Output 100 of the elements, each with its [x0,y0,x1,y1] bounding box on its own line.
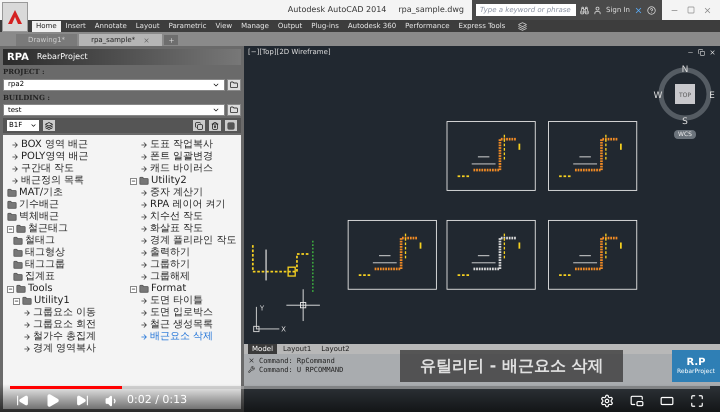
tree-item[interactable]: 그룹하기 [150,259,190,271]
caret-icon [212,106,220,114]
tree-item[interactable]: 철가수 총집계 [33,331,96,343]
tree-item[interactable]: 그룹해제 [150,271,190,283]
file-name: rpa_sample.dwg [398,4,464,16]
tree-item[interactable]: 도표 작업복사 [150,139,214,151]
folder-icon [16,224,26,234]
folder-icon [7,200,17,210]
tree-item[interactable]: Tools [28,283,53,295]
arrow-icon [23,333,31,341]
tree-item[interactable]: 철근 생성목록 [150,319,214,331]
tree-item[interactable]: 출력하기 [150,247,190,259]
arrow-icon [11,165,19,173]
help-icon[interactable] [647,6,656,14]
collapse-icon[interactable] [130,286,137,292]
arrow-icon [140,297,148,305]
tree-item[interactable]: 철근태그 [28,223,68,235]
tree-item[interactable]: RPA 레이어 켜기 [150,199,226,211]
collapse-icon[interactable] [130,178,137,184]
tree-item[interactable]: 배근요소 삭제 [150,331,214,343]
restore-icon[interactable] [698,48,705,56]
video-caption: 유틸리티 - 배근요소 삭제 [400,350,624,382]
rebar-drawing [252,240,314,294]
tree-item[interactable]: 경계 플리라인 작도 [150,235,236,247]
tree-item[interactable]: 화살표 작도 [150,223,204,235]
tree-item[interactable]: 폰트 일괄변경 [150,151,214,163]
arrow-icon [140,141,148,149]
app-title: Autodesk AutoCAD 2014 [288,4,386,16]
folder-button[interactable] [227,104,241,116]
time-display: 0:02 / 0:13 [127,392,188,408]
view-cube-face[interactable] [675,84,695,104]
folder-icon [139,284,149,294]
arrow-icon [140,273,148,281]
settings-icon[interactable] [600,394,614,408]
compass-west-label[interactable]: W [654,91,662,101]
grid-button[interactable] [225,120,237,131]
collapse-icon[interactable] [7,226,14,232]
collapse-icon[interactable] [7,286,14,292]
fullscreen-icon[interactable] [690,394,704,408]
tree-item[interactable]: 태그그룹 [25,259,65,271]
tree-item[interactable]: Utility2 [151,175,187,187]
workspace-icon[interactable] [518,22,528,31]
folder-icon [13,272,23,282]
tree-item[interactable]: Utility1 [34,295,70,307]
folder-icon [7,212,17,222]
panel-title: RebarProject [36,51,88,63]
tree-item[interactable]: 도면 입로박스 [150,307,214,319]
tree-item[interactable]: 그룹요소 이동 [33,307,96,319]
tree-item[interactable]: 철태그 [25,235,55,247]
tree-item[interactable]: Format [151,283,186,295]
arrow-icon [140,237,148,245]
folder-icon [13,236,23,246]
tree-item[interactable]: 경계 영역복사 [33,343,96,355]
arrow-icon [23,321,31,329]
tree-item[interactable]: 그룹요소 회전 [33,319,96,331]
folder-button[interactable] [227,78,241,90]
close-icon[interactable] [248,357,255,364]
tree-item[interactable]: 기수배근 [19,199,59,211]
close-tab-icon[interactable] [143,36,150,44]
arrow-icon [11,177,19,185]
next-icon[interactable] [76,394,89,407]
compass-north-label[interactable]: N [682,65,688,75]
progress-track[interactable] [10,386,710,389]
arrow-icon [140,201,148,209]
previous-icon[interactable] [16,394,29,407]
tree-item[interactable]: 태그형상 [25,247,65,259]
folder-icon [7,188,17,198]
arrow-icon [23,309,31,317]
delete-button[interactable] [209,120,221,131]
arrow-icon [11,141,19,149]
tree-item[interactable]: MAT/기초 [19,187,64,199]
tree-item[interactable]: 치수선 작도 [150,211,204,223]
tree-item[interactable]: 집계표 [25,271,55,283]
tree-item[interactable]: 캐드 바이러스 [150,163,214,175]
play-icon[interactable] [45,393,60,408]
arrow-icon [23,345,31,353]
tree-item[interactable]: 벽체배근 [19,211,59,223]
tree-item[interactable]: 도면 타이틀 [150,295,204,307]
tree-item[interactable]: POLY영역 배근 [21,151,88,163]
crosshair-icon [286,288,320,322]
arrow-icon [140,261,148,269]
tree-item[interactable]: 구간대 작도 [21,163,74,175]
arrow-icon [140,189,148,197]
miniplayer-icon[interactable] [630,394,644,408]
search-icon[interactable] [580,6,589,14]
ucs-axis-icon [253,306,280,332]
arrow-icon [140,309,148,317]
tree-item[interactable]: 중자 계산기 [150,187,204,199]
layers-button[interactable] [43,120,55,131]
wrench-icon[interactable] [248,366,255,373]
compass-east-label[interactable]: E [709,91,715,101]
folder-icon [13,260,23,270]
tree-item[interactable]: 배근정의 목록 [21,175,84,187]
tree-item[interactable]: BOX 영역 배근 [21,139,88,151]
copy-button[interactable] [193,120,205,131]
user-icon [593,6,602,14]
compass-south-label[interactable]: S [682,117,688,126]
collapse-icon[interactable] [13,298,20,304]
app-menu-button[interactable] [2,2,28,32]
arrow-icon [140,225,148,233]
